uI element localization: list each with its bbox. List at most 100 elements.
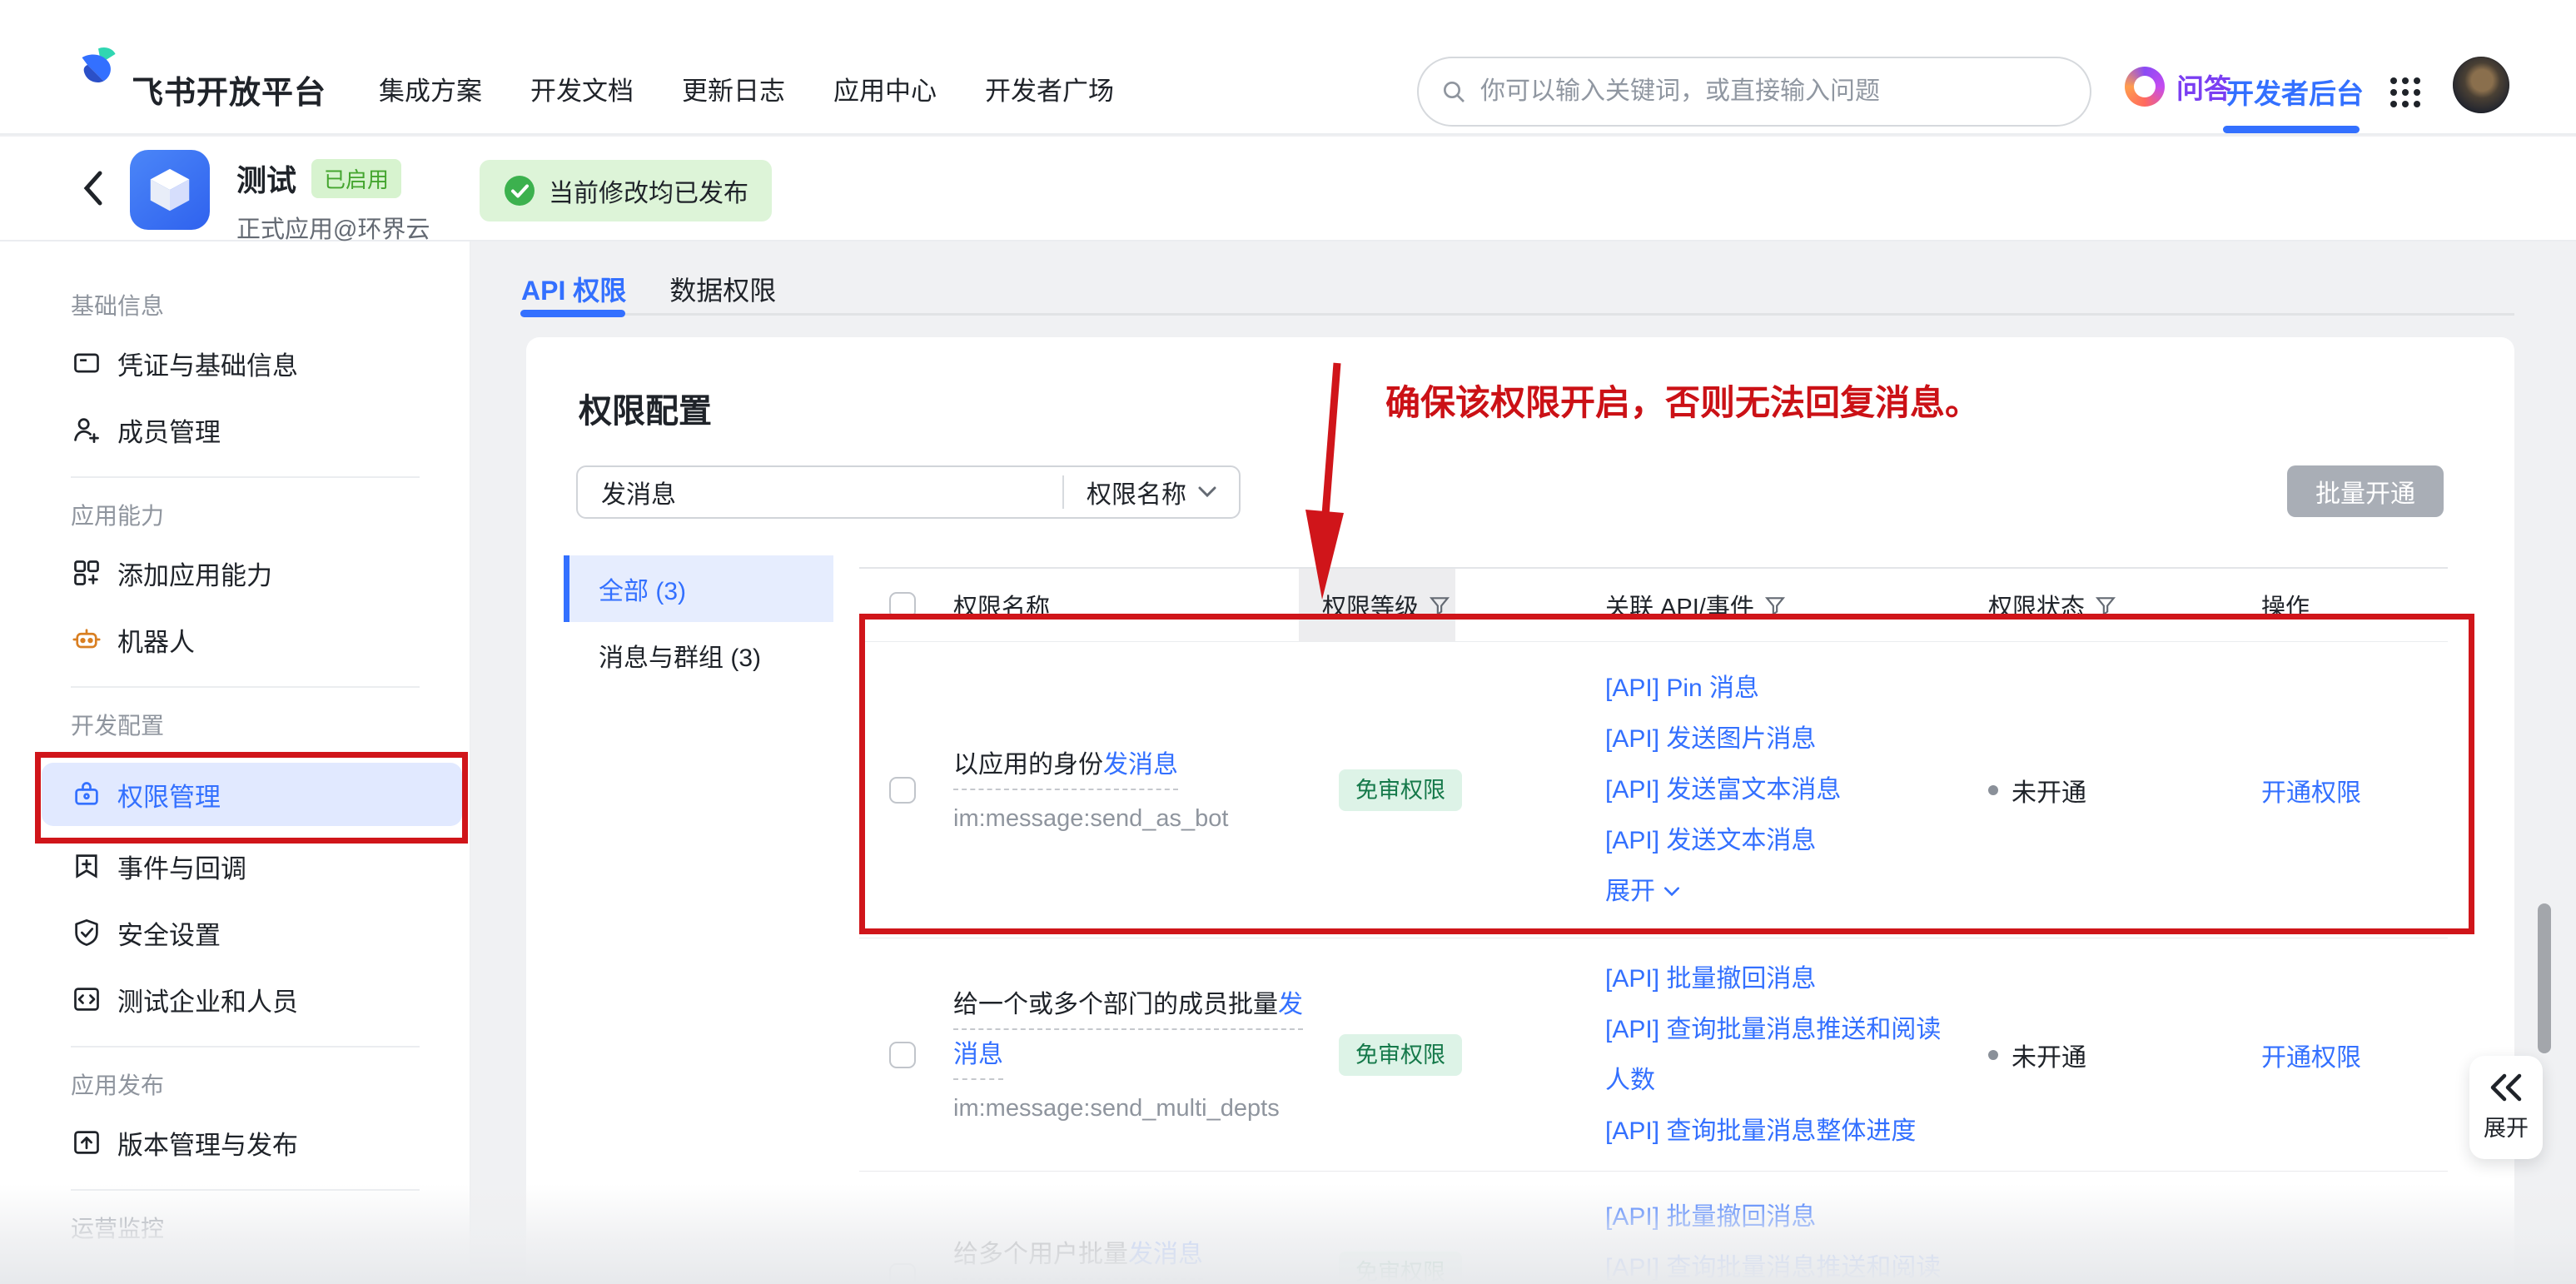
- sidebar-item[interactable]: 版本管理与发布: [0, 1109, 470, 1176]
- tab-bar: API 权限 数据权限: [471, 241, 2576, 337]
- permission-card: 权限配置 权限名称 批量开通 全部 (3)消息与群组 (3) 权限名称权限等级关…: [526, 337, 2514, 1284]
- search-icon: [1440, 78, 1467, 105]
- api-link[interactable]: [API] 发送文本消息: [1605, 815, 1961, 866]
- sidebar-divider: [71, 1189, 420, 1191]
- permission-name[interactable]: 给多个用户批量发消息: [953, 1237, 1203, 1280]
- publish-status-pill: 当前修改均已发布: [480, 160, 772, 221]
- row-checkbox[interactable]: [889, 777, 916, 804]
- permission-name[interactable]: 消息: [953, 1037, 1003, 1080]
- expand-panel-button[interactable]: 展开: [2469, 1056, 2543, 1159]
- search-filter-dropdown[interactable]: 权限名称: [1062, 475, 1239, 509]
- nav-menu-item[interactable]: 开发文档: [530, 70, 634, 107]
- nav-menu-item[interactable]: 应用中心: [833, 70, 937, 107]
- sidebar-section-header: 开发配置: [71, 703, 470, 749]
- sidebar-item[interactable]: 测试企业和人员: [0, 966, 470, 1033]
- sidebar-section-header: 应用能力: [71, 493, 470, 540]
- feishu-logo-icon: [77, 45, 120, 88]
- api-link[interactable]: [API] 发送富文本消息: [1605, 764, 1961, 815]
- app-title: 测试: [236, 157, 296, 200]
- category-item[interactable]: 消息与群组 (3): [564, 622, 833, 689]
- bulk-open-button[interactable]: 批量开通: [2287, 465, 2444, 517]
- main-area: API 权限 数据权限 权限配置 权限名称 批量开通 全部 (3)消息与群组 (…: [471, 241, 2576, 1284]
- apps-grid-icon[interactable]: [2386, 73, 2424, 112]
- sidebar-divider: [71, 686, 420, 688]
- app-icon: [130, 150, 210, 230]
- api-link[interactable]: [API] 批量撤回消息: [1605, 953, 1961, 1004]
- avatar[interactable]: [2453, 57, 2509, 113]
- scrollbar-thumb[interactable]: [2538, 903, 2551, 1053]
- select-all-checkbox[interactable]: [889, 592, 916, 619]
- tab-track: [520, 313, 2514, 316]
- table-header-cell[interactable]: 关联 API/事件: [1582, 569, 1961, 641]
- top-navbar: 飞书开放平台 集成方案 开发文档 更新日志 应用中心 开发者广场 问答 开发者后台: [0, 0, 2576, 135]
- sidebar-item-label: 凭证与基础信息: [117, 345, 298, 382]
- code-test-icon: [71, 983, 102, 1015]
- permission-name[interactable]: 给一个或多个部门的成员批量发: [953, 987, 1303, 1030]
- permission-name-line: 以应用的身份发消息: [953, 747, 1299, 790]
- sidebar-item[interactable]: 安全设置: [0, 899, 470, 966]
- sidebar-item[interactable]: 添加应用能力: [0, 540, 470, 606]
- sidebar-divider: [71, 476, 420, 478]
- open-permission-link[interactable]: 开通权限: [2261, 1037, 2448, 1073]
- brand-title: 飞书开放平台: [132, 67, 326, 112]
- permission-name-cell: 给一个或多个部门的成员批量发消息im:message:send_multi_de…: [953, 938, 1299, 1171]
- permission-level-cell: 免审权限: [1299, 642, 1582, 938]
- nav-search-box[interactable]: [1417, 57, 2091, 127]
- chevron-down-icon: [1198, 486, 1216, 498]
- table-header-cell[interactable]: 权限状态: [1961, 569, 2240, 641]
- row-check-cell: [859, 1172, 953, 1284]
- sidebar-item[interactable]: 事件与回调: [0, 833, 470, 899]
- api-link[interactable]: [API] 查询批量消息整体进度: [1605, 1106, 1961, 1157]
- sidebar-section-header: 基础信息: [71, 283, 470, 330]
- api-link[interactable]: [API] 查询批量消息推送和阅读: [1605, 1242, 1961, 1284]
- back-icon[interactable]: [80, 168, 105, 212]
- security-shield-icon: [71, 917, 102, 948]
- nav-menu-item[interactable]: 集成方案: [379, 70, 482, 107]
- sidebar-item-label: 机器人: [117, 621, 195, 659]
- row-checkbox[interactable]: [889, 1263, 916, 1284]
- double-chevron-left-icon: [2488, 1073, 2524, 1102]
- filter-funnel-icon: [1429, 595, 1450, 616]
- sidebar-section-header: 应用发布: [71, 1063, 470, 1109]
- permission-search-box[interactable]: 权限名称: [576, 465, 1241, 519]
- permission-status-cell: 未开通: [1961, 642, 2240, 938]
- check-circle-icon: [503, 174, 536, 207]
- table-row: 以应用的身份发消息 im:message:send_as_bot免审权限 [API]…: [859, 642, 2448, 938]
- sidebar-item[interactable]: 机器人: [0, 606, 470, 673]
- tab-active-indicator: [520, 310, 625, 317]
- tab-api-permission[interactable]: API 权限: [521, 270, 626, 337]
- card-title: 权限配置: [579, 384, 2514, 424]
- tab-data-permission[interactable]: 数据权限: [669, 270, 776, 337]
- expand-panel-label: 展开: [2484, 1110, 2529, 1142]
- api-link[interactable]: [API] 批量撤回消息: [1605, 1192, 1961, 1242]
- sidebar-section: 应用能力添加应用能力机器人: [0, 493, 470, 673]
- chevron-down-icon: [1663, 887, 1680, 897]
- sidebar-item-label: 权限管理: [117, 776, 221, 814]
- table-header-row: 权限名称权限等级关联 API/事件权限状态操作: [859, 567, 2448, 642]
- api-link[interactable]: [API] 查询批量消息推送和阅读人数: [1605, 1004, 1961, 1106]
- sidebar-item-label: 安全设置: [117, 914, 221, 952]
- sidebar-item[interactable]: 权限管理: [42, 763, 462, 826]
- nav-menu-item[interactable]: 开发者广场: [985, 70, 1114, 107]
- permission-name[interactable]: 以应用的身份发消息: [953, 747, 1178, 790]
- category-item[interactable]: 全部 (3): [564, 555, 833, 622]
- permission-search-input[interactable]: [578, 478, 1062, 506]
- sidebar-item[interactable]: 凭证与基础信息: [0, 330, 470, 396]
- nav-search-input[interactable]: [1480, 77, 2068, 106]
- permission-scope-code: im:message:send_as_bot: [953, 805, 1299, 833]
- nav-qa[interactable]: 问答: [2125, 67, 2231, 107]
- status-indicator: 未开通: [1988, 1037, 2240, 1073]
- row-check-cell: [859, 642, 953, 938]
- api-link[interactable]: [API] 发送图片消息: [1605, 714, 1961, 764]
- nav-console-link[interactable]: 开发者后台: [2226, 72, 2364, 112]
- open-permission-link[interactable]: 开通权限: [2261, 772, 2448, 809]
- permission-scope-code: im:message:send_multi_depts: [953, 1095, 1299, 1122]
- api-link[interactable]: [API] Pin 消息: [1605, 663, 1961, 714]
- nav-menu-item[interactable]: 更新日志: [682, 70, 785, 107]
- sidebar-item[interactable]: 成员管理: [0, 396, 470, 463]
- sidebar: 基础信息凭证与基础信息成员管理应用能力添加应用能力机器人开发配置权限管理事件与回…: [0, 241, 470, 1284]
- sidebar-item-label: 添加应用能力: [117, 555, 272, 592]
- expand-apis-link[interactable]: 展开: [1605, 866, 1961, 917]
- category-list: 全部 (3)消息与群组 (3): [564, 555, 833, 1284]
- row-checkbox[interactable]: [889, 1042, 916, 1068]
